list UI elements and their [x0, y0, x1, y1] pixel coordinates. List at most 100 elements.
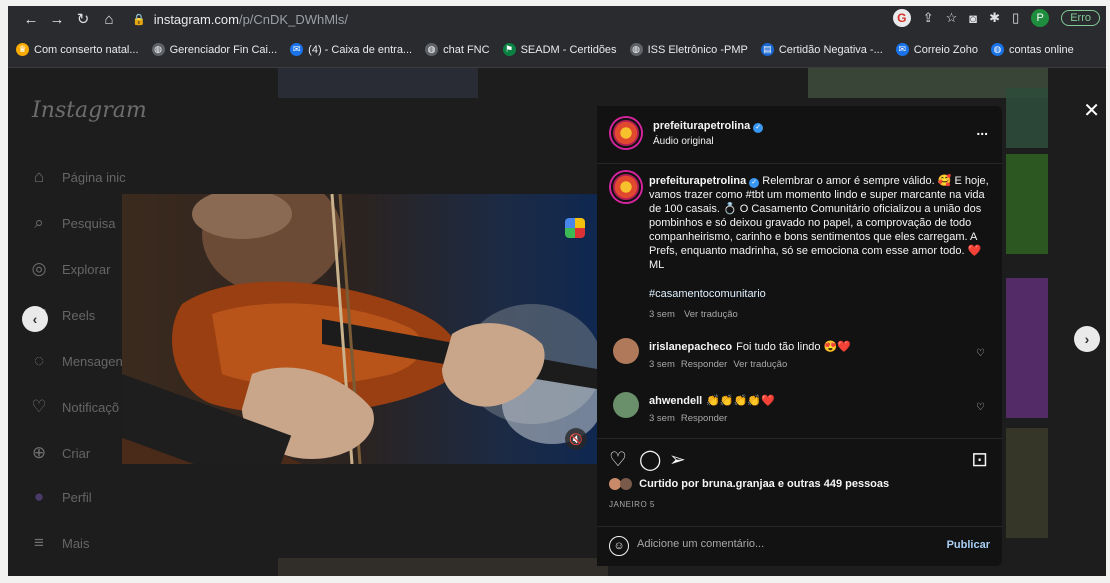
address-bar[interactable]: 🔒 instagram.com/p/CnDK_DWhMls/ — [132, 12, 348, 27]
bookmark-item[interactable]: ♛ Com conserto natal... — [16, 43, 139, 56]
bookmark-label: SEADM - Certidões — [520, 43, 617, 56]
sidebar-item-label: Página inic — [62, 169, 126, 185]
more-options-icon[interactable]: ... — [976, 122, 988, 138]
sidebar-item-label: Mais — [62, 535, 90, 551]
audio-label[interactable]: Áudio original — [653, 136, 763, 147]
background-thumbnail — [1006, 88, 1048, 148]
save-icon[interactable]: ⊡ — [971, 447, 988, 472]
post-actions: ♡ ◯ ➢ ⊡ — [597, 438, 1002, 478]
comment-bar: ☺ Publicar — [597, 526, 1002, 566]
bookmark-item[interactable]: ✉ Correio Zoho — [895, 43, 978, 56]
bookmark-item[interactable]: ▤ Certidão Negativa -... — [760, 43, 883, 56]
profile-avatar[interactable]: P — [1031, 9, 1050, 27]
verified-icon: ✓ — [749, 178, 760, 188]
forward-icon[interactable]: → — [44, 11, 70, 28]
home-icon[interactable]: ⌂ — [96, 11, 122, 28]
comment-time: 3 sem — [649, 413, 675, 424]
translate-link[interactable]: Ver tradução — [733, 359, 787, 370]
sidebar-item-label: Criar — [62, 445, 91, 461]
sidebar-item[interactable]: ◌ Mensagen — [28, 350, 123, 372]
liker-avatar — [620, 478, 633, 491]
globe-icon: ◍ — [629, 43, 643, 56]
sidebar-item[interactable]: ⌂ Página inic — [28, 166, 126, 188]
sidebar-item-label: Notificaçõ — [62, 399, 120, 415]
compass-icon: ◎ — [31, 259, 47, 278]
menu-icon: ≡ — [34, 533, 44, 552]
sidebar-item[interactable]: ⊕ Criar — [28, 442, 90, 464]
sidebar-item[interactable]: ♡ Notificaçõ — [28, 396, 119, 418]
publish-button[interactable]: Publicar — [947, 539, 990, 551]
bookmark-item[interactable]: ◍ chat FNC — [425, 43, 490, 56]
bookmark-item[interactable]: ✉ (4) - Caixa de entra... — [290, 43, 412, 56]
extensions-icon[interactable]: ✱ — [989, 10, 1000, 26]
mute-icon[interactable]: 🔇 — [565, 428, 587, 450]
reply-link[interactable]: Responder — [681, 359, 727, 370]
globe-icon: ◍ — [151, 43, 165, 56]
home-icon: ⌂ — [33, 167, 45, 186]
sidebar-item[interactable]: ⌕ Pesquisa — [28, 212, 115, 234]
likes-summary[interactable]: Curtido por bruna.granjaa e outras 449 p… — [609, 478, 889, 491]
bookmark-label: Certidão Negativa -... — [778, 43, 883, 56]
browser-window: ← → ↻ ⌂ 🔒 instagram.com/p/CnDK_DWhMls/ G… — [8, 6, 1106, 576]
browser-toolbar: ← → ↻ ⌂ 🔒 instagram.com/p/CnDK_DWhMls/ G… — [8, 6, 1106, 32]
author-username[interactable]: prefeiturapetrolina — [653, 120, 750, 132]
url-text: instagram.com/p/CnDK_DWhMls/ — [153, 11, 349, 27]
comment-like-icon[interactable]: ♡ — [976, 348, 985, 359]
bookmark-item[interactable]: ◍ ISS Eletrônico -PMP — [629, 43, 748, 56]
back-icon[interactable]: ← — [18, 11, 44, 28]
previous-post-button[interactable]: ‹ — [22, 306, 48, 332]
bookmark-label: Com conserto natal... — [34, 43, 139, 56]
close-icon[interactable]: ✕ — [1083, 98, 1100, 123]
caption-username[interactable]: prefeiturapetrolina — [649, 175, 746, 187]
reel-badge-icon — [565, 218, 585, 238]
see-translation-link[interactable]: Ver tradução — [684, 309, 738, 320]
bookmark-label: chat FNC — [443, 43, 490, 56]
share-icon[interactable]: ➢ — [669, 447, 686, 472]
share-icon[interactable]: ⇪ — [923, 10, 934, 26]
commenter-username[interactable]: ahwendell — [649, 395, 702, 407]
camera-icon[interactable]: ◙ — [969, 11, 977, 26]
globe-icon: ◍ — [990, 43, 1004, 56]
commenter-avatar[interactable] — [613, 392, 639, 418]
sidebar-item[interactable]: ● Perfil — [28, 486, 92, 508]
sidebar-item-label: Perfil — [62, 489, 92, 505]
caption-avatar[interactable] — [611, 172, 641, 202]
commenter-username[interactable]: irislanepacheco — [649, 341, 732, 353]
comment-input[interactable] — [637, 538, 917, 550]
sidebar-item[interactable]: ◎ Explorar — [28, 258, 111, 280]
reply-link[interactable]: Responder — [681, 413, 727, 424]
search-icon: ⌕ — [34, 213, 44, 232]
bookmark-label: contas online — [1008, 43, 1074, 56]
violin-photo — [122, 194, 597, 464]
caption-text: Relembrar o amor é sempre válido. 🥰 E ho… — [649, 175, 989, 271]
instagram-logo[interactable]: Instagram — [32, 98, 147, 123]
sidebar-item[interactable]: ≡ Mais — [28, 532, 89, 554]
comment-text: 👏👏👏👏❤️ — [706, 395, 775, 407]
post-caption: prefeiturapetrolina ✓ Relembrar o amor é … — [649, 174, 989, 272]
bookmark-item[interactable]: ◍ Gerenciador Fin Cai... — [151, 43, 277, 56]
reload-icon[interactable]: ↻ — [70, 10, 96, 28]
bookmarks-bar: ♛ Com conserto natal... ◍ Gerenciador Fin C… — [8, 32, 1106, 68]
bookmark-item[interactable]: ⚑ SEADM - Certidões — [502, 43, 617, 56]
like-icon[interactable]: ♡ — [609, 447, 627, 472]
sidepanel-icon[interactable]: ▯ — [1012, 10, 1019, 26]
commenter-avatar[interactable] — [613, 338, 639, 364]
emoji-icon[interactable]: ☺ — [609, 536, 629, 556]
sidebar-item-label: Reels — [62, 307, 96, 323]
post-media[interactable]: 🔇 — [122, 194, 597, 464]
bookmark-item[interactable]: ◍ contas online — [990, 43, 1074, 56]
comment-icon[interactable]: ◯ — [639, 447, 661, 472]
caption-hashtag[interactable]: #casamentocomunitario — [649, 288, 766, 300]
plus-icon: ⊕ — [31, 443, 47, 462]
bookmark-label: (4) - Caixa de entra... — [308, 43, 413, 56]
error-button[interactable]: Erro — [1061, 10, 1100, 26]
bookmark-label: ISS Eletrônico -PMP — [647, 43, 748, 56]
caption-meta: 3 sem Ver tradução — [649, 308, 738, 320]
instagram-page: Instagram ⌂ Página inic ⌕ Pesquisa ◎ Explorar… — [8, 68, 1106, 576]
comment-time: 3 sem — [649, 359, 675, 370]
star-icon[interactable]: ☆ — [946, 10, 958, 26]
comment-like-icon[interactable]: ♡ — [976, 402, 985, 413]
author-avatar[interactable] — [611, 118, 641, 148]
next-post-button[interactable]: › — [1074, 326, 1100, 352]
google-icon[interactable]: G — [892, 9, 911, 27]
